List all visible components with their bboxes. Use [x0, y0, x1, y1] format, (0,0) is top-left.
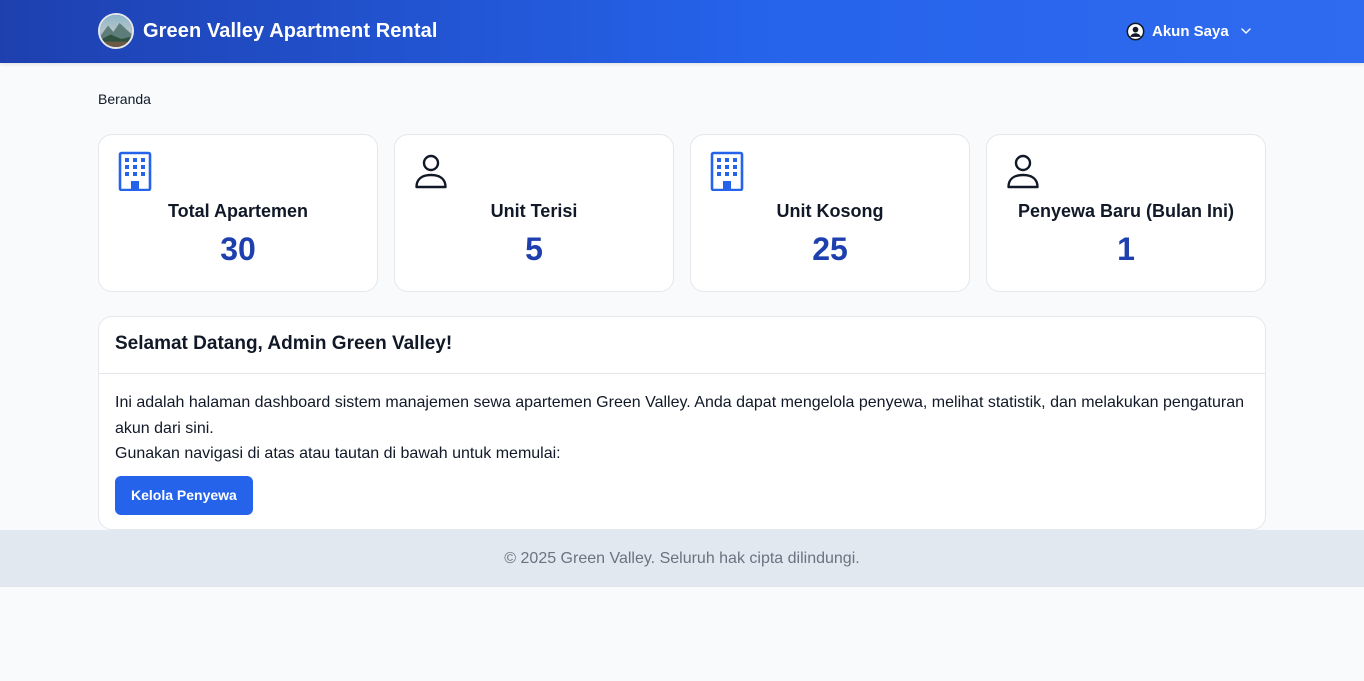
user-circle-icon: [1126, 22, 1145, 40]
stat-value: 25: [812, 231, 848, 267]
footer: © 2025 Green Valley. Seluruh hak cipta d…: [0, 530, 1364, 587]
stat-label: Total Apartemen: [167, 201, 309, 221]
chevron-down-icon: [1241, 28, 1251, 34]
stat-value: 1: [1117, 231, 1135, 267]
welcome-card: Selamat Datang, Admin Green Valley! Ini …: [98, 316, 1266, 530]
stat-label: Penyewa Baru (Bulan Ini): [1017, 201, 1235, 221]
welcome-body: Ini adalah halaman dashboard sistem mana…: [99, 374, 1265, 515]
stat-card-total-apartemen: Total Apartemen 30: [98, 134, 378, 292]
account-dropdown[interactable]: Akun Saya: [1126, 20, 1252, 42]
stat-label: Unit Terisi: [490, 201, 578, 221]
building-icon: [710, 151, 744, 191]
building-icon: [118, 151, 152, 191]
stat-card-unit-kosong: Unit Kosong 25: [690, 134, 970, 292]
stat-card-unit-terisi: Unit Terisi 5: [394, 134, 674, 292]
user-icon: [415, 154, 447, 189]
brand-link[interactable]: Green Valley Apartment Rental: [98, 13, 437, 49]
stat-value: 5: [525, 231, 543, 267]
account-label: Akun Saya: [1152, 22, 1229, 40]
stat-value: 30: [220, 231, 256, 267]
user-icon: [1007, 154, 1039, 189]
breadcrumb: Beranda: [98, 91, 151, 107]
stat-card-penyewa-baru: Penyewa Baru (Bulan Ini) 1: [986, 134, 1266, 292]
welcome-paragraph: Ini adalah halaman dashboard sistem mana…: [115, 394, 1244, 437]
manage-tenants-button[interactable]: Kelola Penyewa: [115, 475, 253, 515]
welcome-title: Selamat Datang, Admin Green Valley!: [99, 317, 1265, 374]
footer-copyright: © 2025 Green Valley. Seluruh hak cipta d…: [504, 550, 860, 567]
stat-label: Unit Kosong: [776, 201, 884, 221]
navbar: Green Valley Apartment Rental Akun Saya: [0, 0, 1364, 63]
welcome-instruction: Gunakan navigasi di atas atau tautan di …: [115, 445, 561, 462]
brand-title: Green Valley Apartment Rental: [143, 19, 438, 42]
logo-icon: [98, 13, 134, 49]
